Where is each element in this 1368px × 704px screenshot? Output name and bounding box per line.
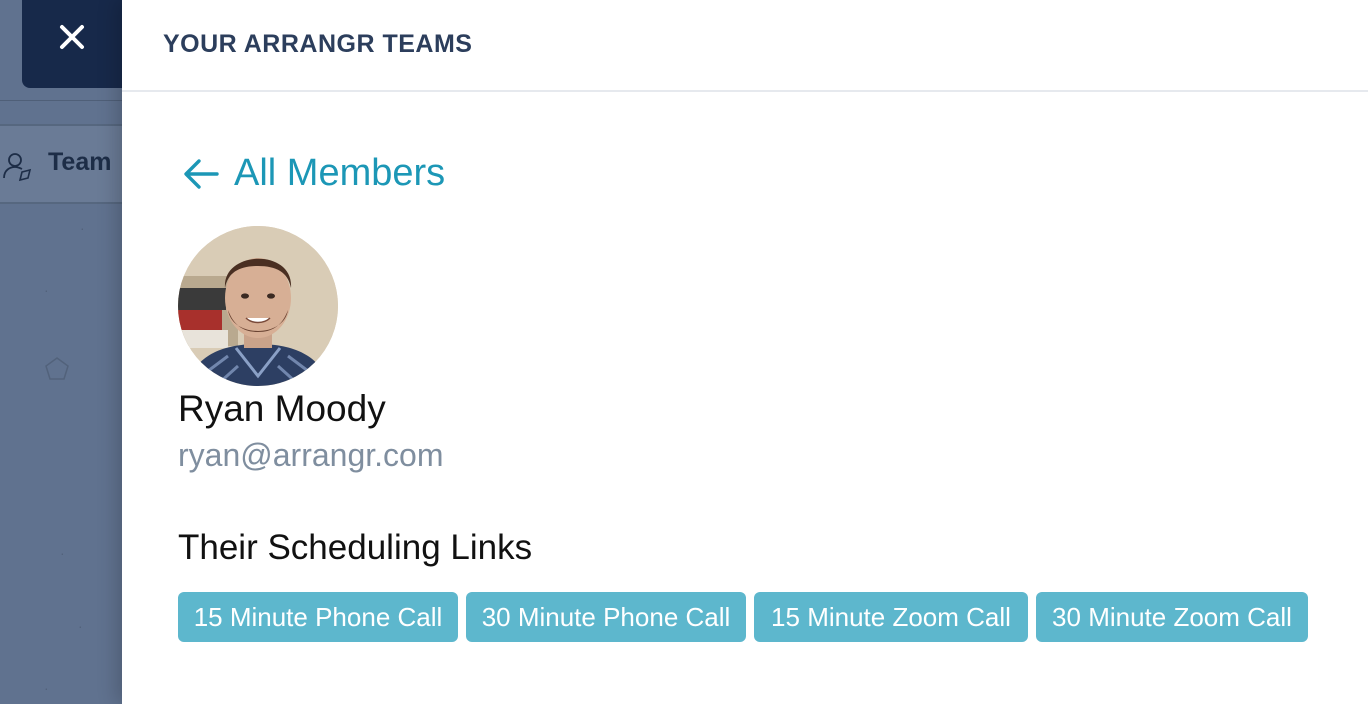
scheduling-links-heading: Their Scheduling Links: [178, 528, 533, 567]
avatar-photo: [178, 226, 338, 386]
background-mark: ·: [60, 545, 65, 561]
background-mark: ·: [44, 680, 49, 696]
back-link-label: All Members: [234, 152, 446, 194]
back-to-all-members-link[interactable]: All Members: [182, 152, 445, 195]
scheduling-link-15-min-phone[interactable]: 15 Minute Phone Call: [178, 592, 458, 642]
panel-title: YOUR ARRANGR TEAMS: [163, 30, 473, 58]
arrow-left-icon: [184, 158, 219, 189]
background-divider: [0, 100, 122, 101]
member-name: Ryan Moody: [178, 388, 386, 429]
close-icon: [60, 25, 84, 49]
close-button[interactable]: [22, 0, 122, 88]
user-icon: [3, 153, 32, 182]
pentagon-icon: [45, 357, 69, 380]
panel-header: YOUR ARRANGR TEAMS: [122, 0, 1368, 92]
background-team-tab: Team: [0, 124, 122, 204]
teams-panel: YOUR ARRANGR TEAMS All Members Ryan Mood…: [122, 0, 1368, 704]
scheduling-link-30-min-zoom[interactable]: 30 Minute Zoom Call: [1036, 592, 1308, 642]
scheduling-link-15-min-zoom[interactable]: 15 Minute Zoom Call: [754, 592, 1028, 642]
scheduling-link-30-min-phone[interactable]: 30 Minute Phone Call: [466, 592, 746, 642]
background-mark: ·: [78, 618, 83, 634]
background-app: Team · · · · ·: [0, 0, 122, 704]
avatar: [178, 226, 338, 386]
background-mark: ·: [44, 282, 49, 298]
background-tab-label: Team: [48, 148, 112, 176]
app-root: Team · · · · · YOUR ARRANGR TEAMS All Me…: [0, 0, 1368, 704]
member-email: ryan@arrangr.com: [178, 437, 444, 473]
background-mark: ·: [80, 220, 85, 236]
